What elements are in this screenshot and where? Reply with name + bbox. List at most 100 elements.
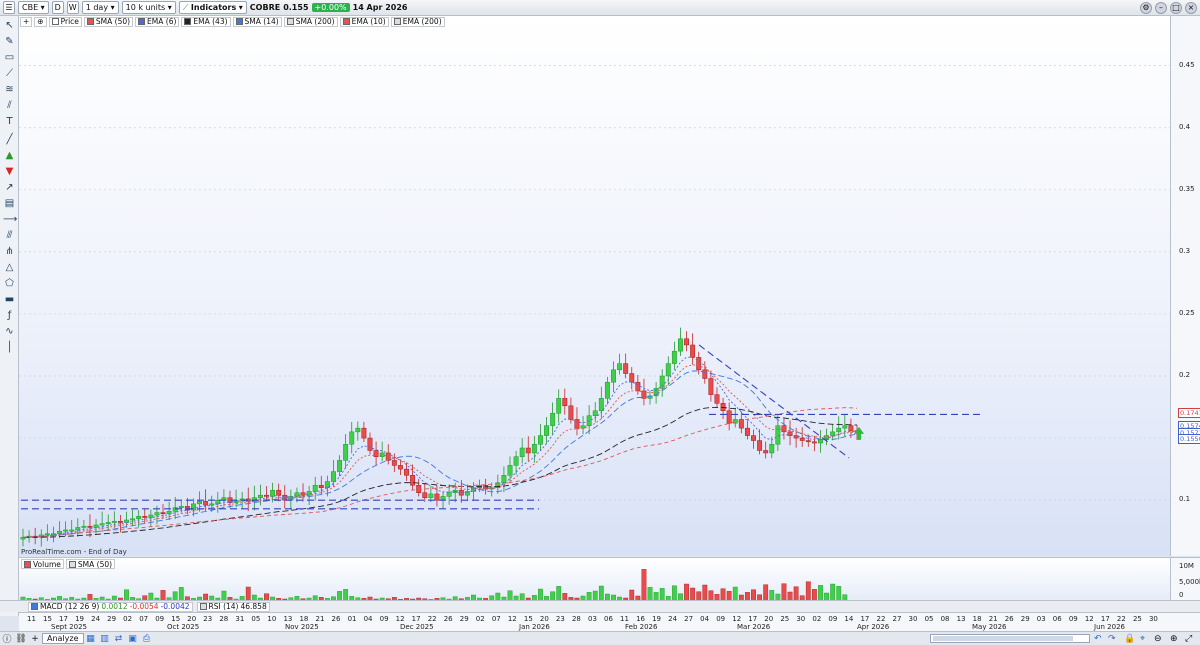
legend-item[interactable]: EMA (6) [135,16,180,27]
rsi-legend[interactable]: RSI (14) 46.858 [196,601,270,612]
redo-icon[interactable]: ↷ [1108,634,1116,644]
candle-body [130,518,136,521]
horizontal-scrollbar[interactable] [930,634,1090,643]
link-icon[interactable]: ⛓ [14,634,28,644]
ruler-icon[interactable]: ▭ [3,52,16,64]
line-tool-icon[interactable]: ╱ [3,134,16,146]
volume-legend-item[interactable]: Volume [21,559,64,569]
parallel-tool-icon[interactable]: ⫻ [3,230,16,242]
period-w-button[interactable]: W [66,1,79,14]
lock-icon[interactable]: 🔒 [1124,634,1135,644]
legend-item[interactable]: Price [48,16,82,27]
candle-body [57,530,62,534]
function-tool-icon[interactable]: ƒ [3,310,16,322]
ray-tool-icon[interactable]: ⟶ [3,214,17,226]
text-tool-icon[interactable]: T [3,116,16,128]
legend-item[interactable]: SMA (50) [83,16,134,27]
candle-body [111,520,117,523]
macd-legend[interactable]: MACD (12 26 9) 0.0012 -0.0054 -0.0042 [28,601,193,612]
polygon-tool-icon[interactable]: ⬠ [3,278,16,290]
price-axis[interactable]: 0.450.40.350.30.250.20.150.10.17410.1574… [1170,16,1200,556]
instrument-name: COBRE [249,3,281,12]
maximize-icon[interactable]: □ [1170,2,1182,14]
time-axis-day: 04 [700,615,710,623]
camera-icon[interactable]: ▣ [126,634,140,644]
candle-body [276,489,282,496]
analyze-button[interactable]: Analyze [42,633,84,644]
time-axis-day: 26 [331,615,341,623]
channel-tool-icon[interactable]: ⫽ [3,100,16,112]
candle-body [270,489,276,497]
fib-tool-icon[interactable]: ≋ [3,84,16,96]
arrow-tool-icon[interactable]: ↗ [3,182,16,194]
candle-body [184,506,190,511]
print-icon[interactable]: ⎙ [140,634,154,644]
arrow-down-icon[interactable]: ▼ [3,166,16,178]
cursor-tool-icon[interactable]: ↖ [3,20,16,32]
settings-icon[interactable]: ⚙ [1140,2,1152,14]
rectangle-tool-icon[interactable]: ▤ [3,198,16,210]
time-axis-day: 03 [587,615,597,623]
compare-icon[interactable]: ⇄ [112,634,126,644]
undo-icon[interactable]: ↶ [1094,634,1102,644]
zoom-out-icon[interactable]: ⊖ [1154,634,1162,644]
candle-body [544,425,549,436]
legend-item[interactable]: EMA (200) [390,16,445,27]
cursor-icon[interactable]: ⌖ [1140,634,1145,644]
fit-icon[interactable]: ⤢ [1185,634,1192,644]
candle-body [635,381,641,392]
time-axis-day: 23 [203,615,213,623]
time-axis-month: May 2026 [972,623,1007,631]
legend-label: Volume [33,559,61,569]
macd-swatch [31,603,38,610]
candle-body [117,520,123,523]
candle-body [781,425,787,433]
time-axis-day: 25 [780,615,790,623]
close-icon[interactable]: × [1185,2,1197,14]
grid-icon[interactable]: ▦ [84,634,98,644]
time-axis-day: 22 [427,615,437,623]
pitchfork-icon[interactable]: ⋔ [3,246,16,258]
ticker-select[interactable]: CBE ▾ [18,1,49,14]
units-label: 10 k units [125,3,166,12]
volume-bar [836,586,842,602]
minimize-icon[interactable]: – [1155,2,1167,14]
vertical-line-icon[interactable]: │ [3,342,16,354]
time-axis[interactable]: 11 15 17 19 24 29 02 07 09 15 20 23 28 31 05 10 13 18 21 26… [19,612,1200,631]
interval-select[interactable]: 1 day ▾ [81,1,119,14]
candle-body [337,460,343,472]
period-d-button[interactable]: D [51,1,64,14]
menu-icon[interactable]: ☰ [3,1,15,14]
layout-icon[interactable]: ▥ [98,634,112,644]
plus-icon[interactable]: + [28,634,42,644]
legend-item[interactable]: SMA (200) [283,16,338,27]
legend-item[interactable]: SMA (14) [232,16,282,27]
legend-settings-icon[interactable]: ⊕ [34,16,47,27]
info-icon[interactable]: ⓘ [0,632,14,645]
time-axis-day: 05 [251,615,261,623]
candle-body [397,465,403,470]
candle-body [562,398,568,407]
legend-swatch [138,18,146,25]
triangle-tool-icon[interactable]: △ [3,262,16,274]
trend-tool-icon[interactable]: ⟋ [3,68,16,80]
volume-legend-item[interactable]: SMA (50) [65,559,116,569]
price-chart-area[interactable] [19,16,1170,556]
macd-value-2: -0.0054 [129,602,159,611]
candle-body [678,338,683,352]
scrollbar-thumb[interactable] [933,636,1073,641]
highlight-tool-icon[interactable]: ▬ [3,294,16,306]
volume-tick: 10M [1179,562,1194,570]
volume-pane[interactable]: Volume SMA (50) [19,557,1170,602]
units-select[interactable]: 10 k units ▾ [121,1,176,14]
candle-body [665,363,671,377]
legend-label: EMA (200) [402,17,442,26]
zoom-in-icon[interactable]: ⊕ [1170,634,1178,644]
indicators-button[interactable]: ⟋ Indicators ▾ [178,1,247,14]
arrow-up-icon[interactable]: ▲ [3,150,16,162]
legend-item[interactable]: EMA (10) [339,16,389,27]
legend-add-icon[interactable]: + [20,16,33,27]
curve-tool-icon[interactable]: ∿ [3,326,16,338]
pencil-icon[interactable]: ✎ [3,36,16,48]
legend-item[interactable]: EMA (43) [181,16,231,27]
